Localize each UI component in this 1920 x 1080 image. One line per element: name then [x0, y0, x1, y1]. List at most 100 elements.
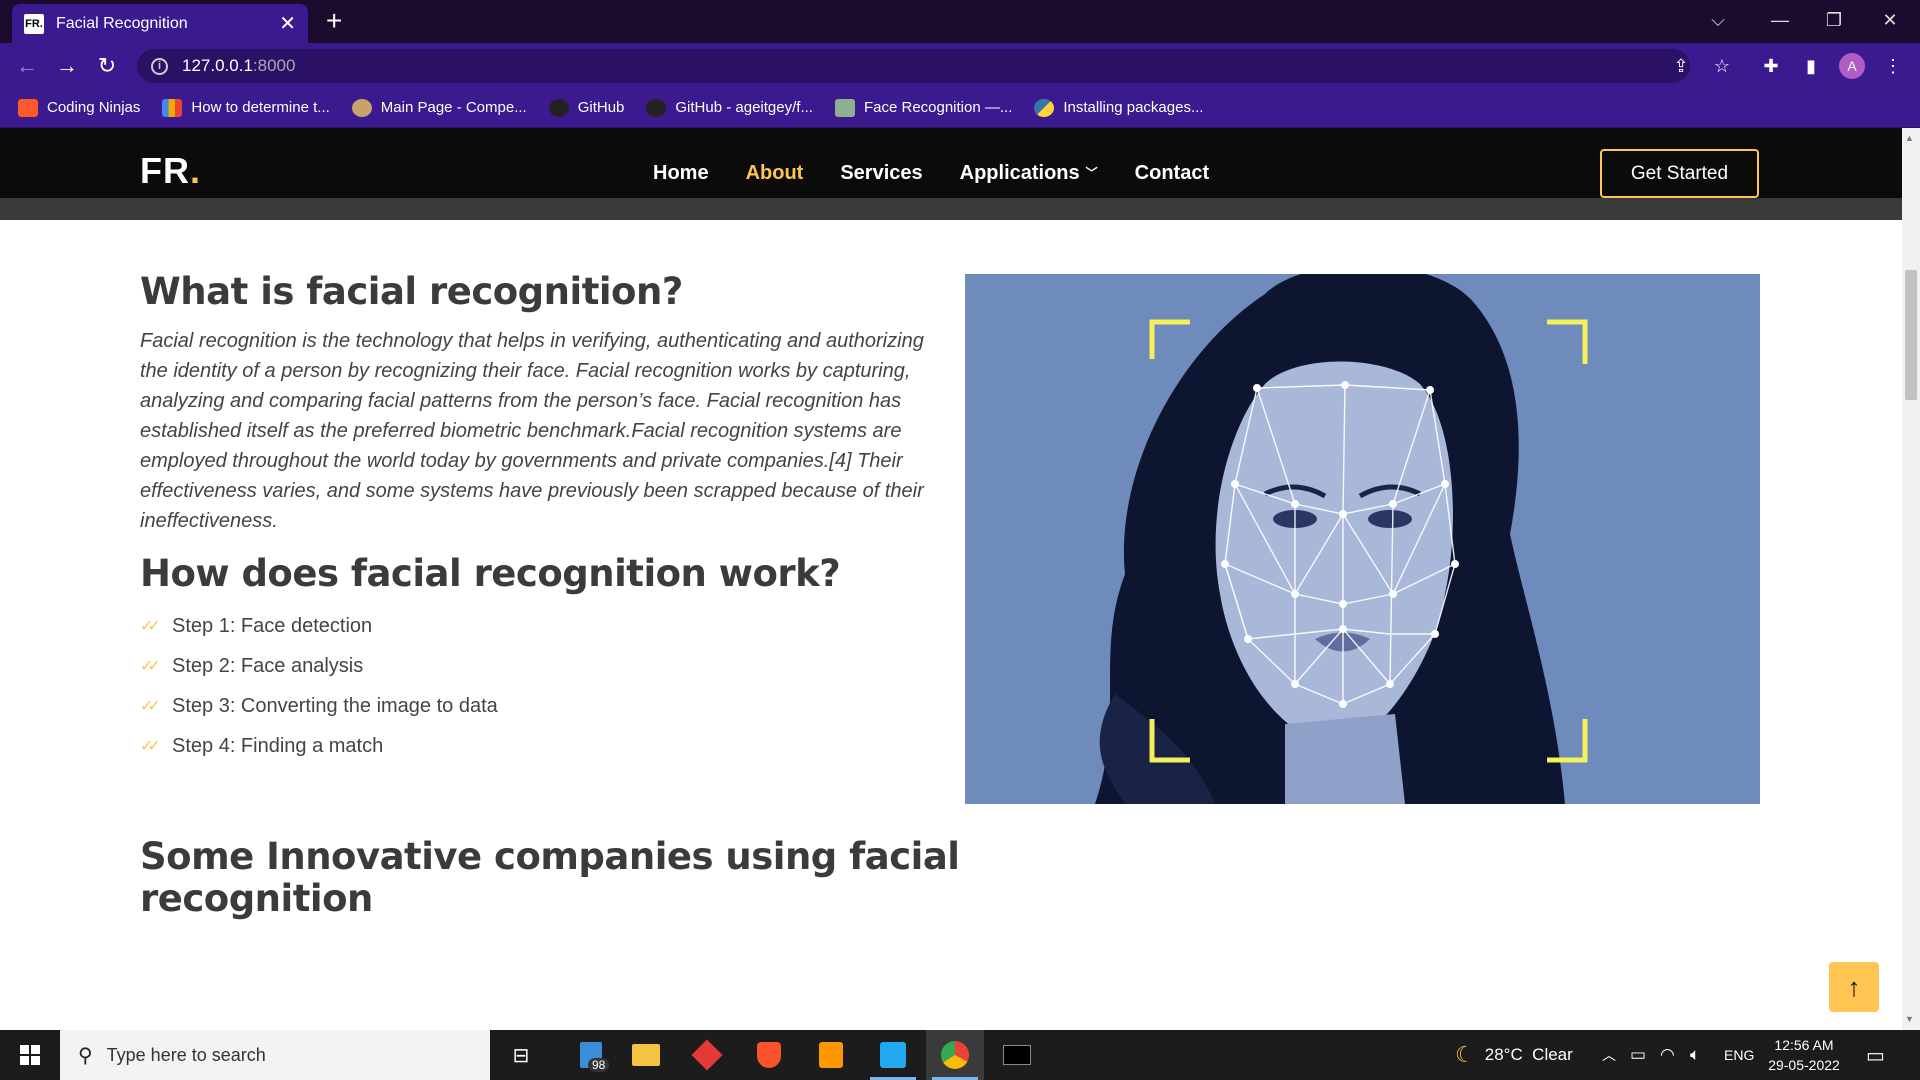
browser-tab[interactable]: FR. Facial Recognition ✕ [12, 4, 308, 43]
site-info-icon[interactable]: i [151, 57, 168, 75]
section-heading-companies: Some Innovative companies using facial r… [140, 835, 960, 920]
wiki-icon [351, 98, 372, 117]
python-icon [1034, 98, 1055, 117]
battery-icon[interactable]: ▭ [1630, 1030, 1646, 1080]
list-item: ✓✓ Step 4: Finding a match [140, 734, 384, 757]
double-check-icon: ✓✓ [140, 618, 161, 635]
list-item: ✓✓ Step 3: Converting the image to data [140, 694, 498, 717]
scroll-down-icon[interactable]: ▼ [1905, 1014, 1914, 1024]
list-item: ✓✓ Step 1: Face detection [140, 614, 373, 637]
browser-menu-icon[interactable]: ⋮ [1880, 53, 1906, 79]
site-logo[interactable]: FR. [140, 150, 201, 192]
close-window-button[interactable]: ✕ [1862, 0, 1918, 40]
docs-icon [834, 98, 855, 117]
bookmark-github-ageitgey[interactable]: GitHub - ageitgey/f... [646, 98, 813, 117]
address-bar[interactable]: i 127.0.0.1:8000 [137, 49, 1690, 83]
bookmark-label: GitHub [577, 99, 625, 116]
bookmark-installing-packages[interactable]: Installing packages... [1034, 98, 1204, 117]
show-hidden-icons-chevron-icon[interactable]: ︿ [1602, 1030, 1616, 1080]
arrow-up-icon: ↑ [1847, 971, 1861, 1002]
bookmark-label: Face Recognition —... [863, 99, 1013, 116]
steps-list: ✓✓ Step 1: Face detection ✓✓ Step 2: Face … [140, 606, 498, 766]
section-heading-what-is: What is facial recognition? [140, 270, 683, 313]
forward-button[interactable]: → [52, 51, 82, 81]
taskbar-search-box[interactable]: ⚲ Type here to search [60, 1030, 490, 1080]
moon-icon: ☾ [1455, 1042, 1475, 1067]
bookmark-how-to-determine[interactable]: How to determine t... [162, 98, 330, 117]
facial-recognition-illustration [965, 274, 1760, 804]
double-check-icon: ✓✓ [140, 658, 161, 675]
store-badge: 98 [588, 1058, 610, 1072]
nav-applications[interactable]: Applications ﹀ [960, 162, 1098, 185]
side-panel-icon[interactable]: ▮ [1798, 53, 1824, 79]
bookmark-label: GitHub - ageitgey/f... [675, 99, 813, 116]
page-scrollbar[interactable] [1902, 128, 1920, 1030]
clock-date: 29-05-2022 [1768, 1057, 1840, 1073]
nav-home[interactable]: Home [653, 162, 709, 185]
bookmark-main-page[interactable]: Main Page - Compe... [351, 98, 527, 117]
nav-about[interactable]: About [746, 162, 804, 185]
clock-time: 12:56 AM [1774, 1037, 1834, 1053]
windows-taskbar: ⚲ Type here to search ⊟ 98 ☾ 28°C Clear … [0, 1030, 1920, 1080]
search-placeholder: Type here to search [106, 1044, 266, 1065]
brave-browser-icon[interactable] [740, 1030, 798, 1080]
share-icon[interactable]: ⇪ [1668, 53, 1694, 79]
bar-chart-icon [162, 98, 183, 117]
main-nav: Home About Services Applications ﹀ Contac… [653, 162, 1209, 185]
nav-services[interactable]: Services [840, 162, 922, 185]
coding-ninjas-icon [18, 98, 38, 117]
weather-text: 28°C Clear [1484, 1045, 1573, 1064]
file-explorer-icon[interactable] [617, 1030, 675, 1080]
get-started-button[interactable]: Get Started [1600, 149, 1759, 198]
restore-button[interactable]: ❐ [1806, 0, 1862, 40]
weather-widget[interactable]: ☾ 28°C Clear [1455, 1030, 1573, 1080]
notifications-icon[interactable]: ▭ [1866, 1030, 1885, 1080]
url-host: 127.0.0.1 [182, 56, 253, 75]
close-tab-icon[interactable]: ✕ [279, 11, 296, 36]
bookmark-label: How to determine t... [191, 99, 330, 116]
scrollbar-thumb[interactable] [1905, 270, 1917, 400]
start-button[interactable] [0, 1030, 60, 1080]
back-button[interactable]: ← [12, 51, 42, 81]
windows-logo-icon [20, 1045, 40, 1065]
minimize-button[interactable]: — [1752, 0, 1808, 40]
red-diamond-app-icon[interactable] [678, 1030, 736, 1080]
reload-button[interactable]: ↻ [92, 51, 122, 81]
wifi-icon[interactable]: ◠ [1660, 1030, 1675, 1080]
search-icon: ⚲ [78, 1044, 93, 1067]
web-page: FR. Home About Services Applications ﹀ Co… [0, 128, 1902, 1030]
new-tab-button[interactable]: + [326, 6, 342, 36]
double-check-icon: ✓✓ [140, 698, 161, 715]
taskbar-clock[interactable]: 12:56 AM 29-05-2022 [1760, 1035, 1848, 1075]
sublime-text-icon[interactable] [802, 1030, 860, 1080]
tab-search-chevron-icon[interactable]: ⌵ [1690, 0, 1746, 40]
store-app-icon[interactable]: 98 [562, 1030, 620, 1080]
scroll-up-icon[interactable]: ▲ [1905, 133, 1914, 143]
browser-toolbar: ← → ↻ i 127.0.0.1:8000 ⇪ ☆ ✚ ▮ A ⋮ [0, 43, 1920, 88]
extensions-icon[interactable]: ✚ [1758, 53, 1784, 79]
profile-avatar[interactable]: A [1839, 53, 1865, 79]
bookmark-coding-ninjas[interactable]: Coding Ninjas [18, 98, 140, 117]
nav-contact[interactable]: Contact [1135, 162, 1209, 185]
language-indicator[interactable]: ENG [1724, 1030, 1754, 1080]
chevron-down-icon: ﹀ [1085, 166, 1098, 180]
bookmark-star-icon[interactable]: ☆ [1709, 53, 1735, 79]
bookmark-label: Installing packages... [1063, 99, 1204, 116]
site-header: FR. Home About Services Applications ﹀ Co… [0, 128, 1902, 198]
chrome-icon[interactable] [926, 1030, 984, 1080]
github-icon [646, 98, 667, 117]
bookmark-label: Main Page - Compe... [380, 99, 527, 116]
task-view-icon[interactable]: ⊟ [492, 1030, 550, 1080]
list-item: ✓✓ Step 2: Face analysis [140, 654, 364, 677]
bookmark-face-recognition[interactable]: Face Recognition —... [834, 98, 1013, 117]
volume-icon[interactable]: 🔈︎ [1690, 1030, 1700, 1080]
bookmarks-bar: Coding Ninjas How to determine t... Main… [0, 88, 1920, 128]
url-port: :8000 [252, 56, 296, 75]
back-to-top-button[interactable]: ↑ [1829, 962, 1879, 1012]
section-heading-how-it-works: How does facial recognition work? [140, 552, 841, 595]
vscode-icon[interactable] [864, 1030, 922, 1080]
bookmark-github[interactable]: GitHub [548, 98, 625, 117]
terminal-icon[interactable] [988, 1030, 1046, 1080]
tab-title: Facial Recognition [56, 14, 188, 32]
intro-paragraph: Facial recognition is the technology tha… [140, 330, 924, 532]
